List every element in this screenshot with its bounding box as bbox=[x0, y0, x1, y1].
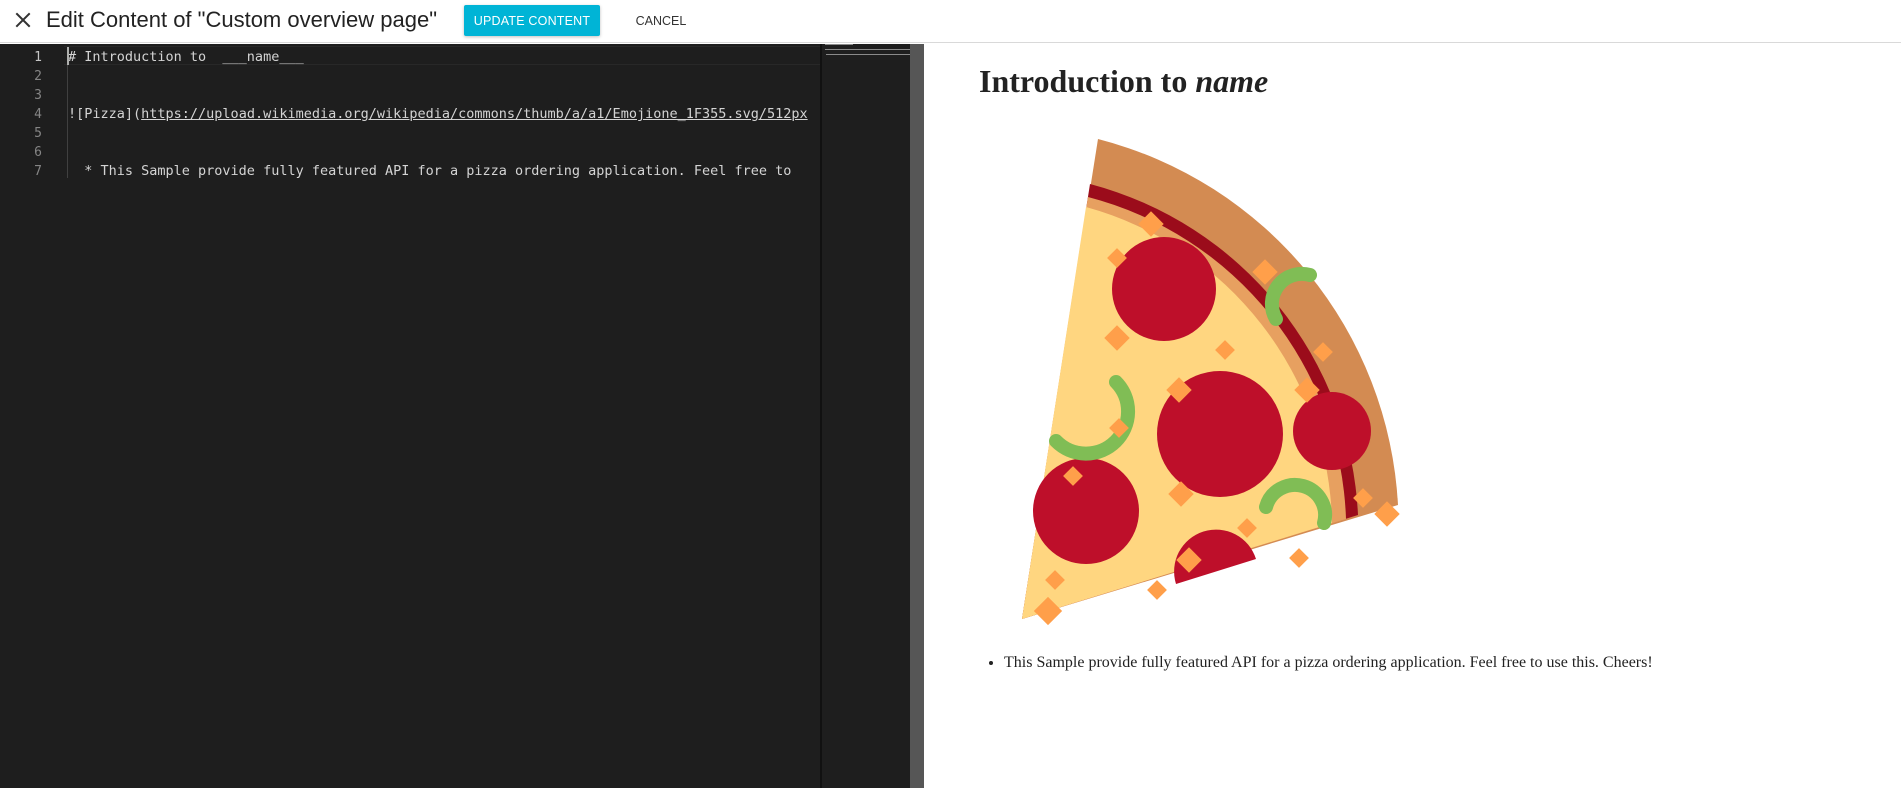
update-content-button[interactable]: UPDATE CONTENT bbox=[464, 5, 600, 36]
preview-heading: Introduction to name bbox=[979, 63, 1269, 99]
line-number: 6 bbox=[34, 145, 42, 160]
line-number: 2 bbox=[34, 69, 42, 84]
list-item: This Sample provide fully featured API f… bbox=[1004, 654, 1653, 672]
code-line[interactable]: * This Sample provide fully featured API… bbox=[68, 162, 791, 181]
line-number: 5 bbox=[34, 126, 42, 141]
close-button[interactable] bbox=[10, 6, 36, 34]
code-link[interactable]: https://upload.wikimedia.org/wikipedia/c… bbox=[141, 106, 807, 122]
line-number: 4 bbox=[34, 107, 42, 122]
line-number: 7 bbox=[34, 164, 42, 179]
preview-bullet-list: This Sample provide fully featured API f… bbox=[979, 654, 1653, 672]
line-number: 3 bbox=[34, 88, 42, 103]
page-title: Edit Content of "Custom overview page" bbox=[46, 7, 438, 32]
minimap-line bbox=[826, 54, 911, 55]
close-icon bbox=[15, 12, 31, 28]
text-cursor bbox=[67, 47, 69, 65]
cancel-button[interactable]: CANCEL bbox=[625, 5, 697, 36]
code-text: ![Pizza]( bbox=[68, 106, 142, 122]
editor-minimap[interactable] bbox=[820, 44, 911, 788]
pane-splitter[interactable] bbox=[910, 44, 924, 788]
minimap-line bbox=[825, 44, 853, 45]
line-number: 1 bbox=[34, 50, 42, 65]
pizza-image bbox=[1022, 139, 1400, 626]
code-line[interactable]: ![Pizza](https://upload.wikimedia.org/wi… bbox=[68, 105, 808, 124]
markdown-preview: Introduction to name • This Sample provi… bbox=[924, 44, 1901, 788]
code-area[interactable]: # Introduction to ___name___ ![Pizza](ht… bbox=[68, 44, 820, 788]
preview-heading-emphasis: name bbox=[1195, 63, 1269, 99]
line-number-gutter: 1 2 3 4 5 6 7 bbox=[0, 44, 64, 788]
code-line[interactable]: # Introduction to ___name___ bbox=[68, 48, 304, 67]
dialog-header: Edit Content of "Custom overview page" U… bbox=[0, 0, 1901, 43]
markdown-editor[interactable]: 1 2 3 4 5 6 7 # Introduction to ___name_… bbox=[0, 44, 820, 788]
minimap-line bbox=[825, 49, 911, 50]
